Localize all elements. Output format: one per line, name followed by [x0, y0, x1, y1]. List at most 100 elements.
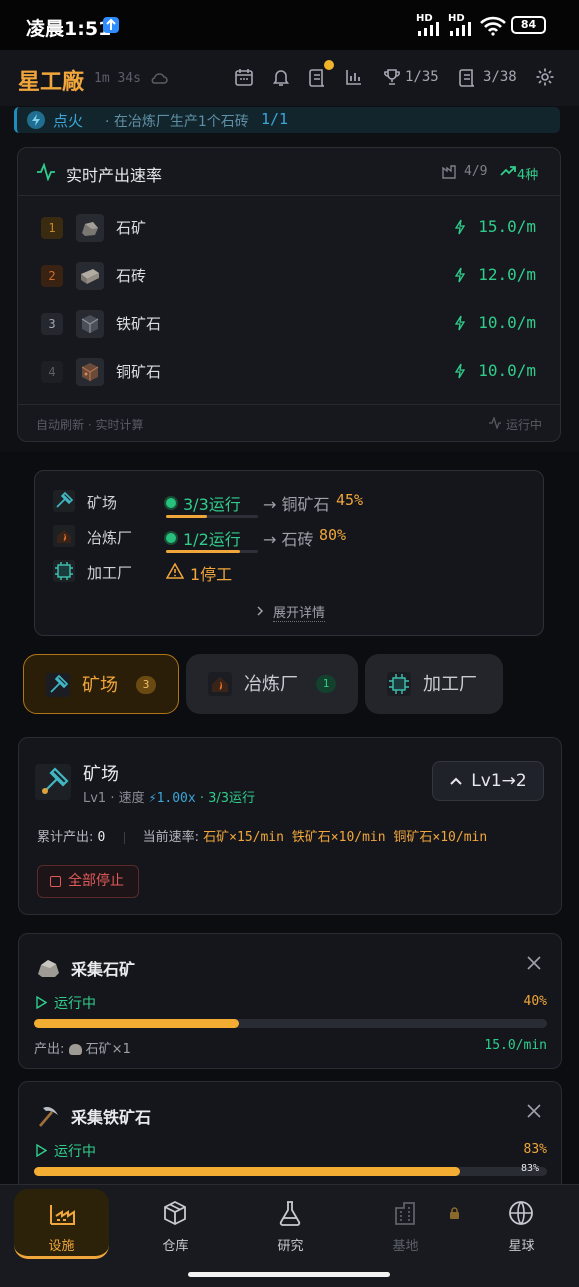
progress-bar	[166, 515, 258, 518]
resource-rate: 15.0/m	[478, 217, 536, 236]
job-percent: 83%	[523, 1142, 547, 1157]
nav-label: 研究	[277, 1239, 304, 1254]
tab-workshop[interactable]: 加工厂	[365, 654, 503, 714]
quest-title: 点火	[53, 112, 84, 130]
running-count: 3/3运行	[183, 495, 241, 514]
rank-badge: 2	[41, 265, 63, 287]
rank-badge: 1	[41, 217, 63, 239]
rate-row: 3 铁矿石 10.0/m	[18, 300, 560, 348]
play-icon	[35, 1144, 47, 1157]
upgrade-button[interactable]: Lv1→2	[432, 761, 544, 801]
activity-icon	[36, 163, 56, 181]
warning-icon	[166, 563, 184, 579]
stop-all-button[interactable]: 全部停止	[37, 865, 139, 898]
rock-icon	[35, 955, 61, 981]
resource-rate: 10.0/m	[478, 313, 536, 332]
chevron-right-icon	[255, 605, 265, 617]
furnace-icon	[208, 672, 232, 696]
current-rate-label: 当前速率:	[142, 830, 200, 845]
resource-name: 铁矿石	[116, 315, 162, 333]
tab-smelter[interactable]: 冶炼厂 1	[186, 654, 358, 714]
facility-name: 加工厂	[87, 564, 133, 582]
job-card: 采集石矿 运行中 40% 产出: 石矿×1 15.0/min	[18, 933, 562, 1069]
running-dot	[166, 533, 176, 543]
trophy-icon[interactable]	[382, 67, 402, 87]
nav-label: 基地	[392, 1239, 419, 1254]
running-status: 运行中	[505, 418, 542, 432]
nav-research[interactable]: 研究	[243, 1185, 338, 1261]
facility-title: 矿场	[83, 764, 119, 785]
box-icon	[164, 1200, 186, 1226]
nav-label: 星球	[508, 1239, 535, 1254]
upgrade-label: Lv1→2	[471, 771, 527, 791]
resource-name: 铜矿石	[116, 363, 162, 381]
bolt-icon	[454, 267, 466, 283]
expand-details-link[interactable]: 展开详情	[273, 602, 326, 622]
signal-icon-2	[448, 22, 474, 36]
drill-icon	[35, 764, 71, 800]
nav-warehouse[interactable]: 仓库	[128, 1185, 223, 1261]
globe-icon	[509, 1201, 533, 1225]
job-title: 采集石矿	[71, 960, 136, 979]
calendar-icon[interactable]	[234, 67, 254, 87]
bolt-icon	[454, 363, 466, 379]
pickaxe-icon	[35, 1103, 61, 1129]
flask-icon	[279, 1201, 301, 1226]
gear-icon[interactable]	[535, 67, 555, 87]
scroll-icon[interactable]	[307, 67, 329, 89]
furnace-icon	[53, 525, 75, 547]
rock-small-icon	[68, 1044, 82, 1055]
bell-icon[interactable]	[271, 67, 291, 87]
refresh-note: 自动刷新 · 实时计算	[36, 418, 144, 432]
drill-icon	[53, 490, 75, 512]
job-percent: 40%	[523, 994, 547, 1009]
tab-badge: 3	[136, 676, 156, 694]
output-item: 石矿×1	[85, 1042, 131, 1057]
elapsed-time: 1m 34s	[94, 71, 141, 86]
output-target: → 石砖	[263, 530, 314, 549]
nav-label: 仓库	[162, 1239, 189, 1254]
status-time: 凌晨1:51	[26, 18, 112, 40]
production-rate-panel: 实时产出速率 4/9 4种 1 石矿 15.0/m 2 石砖 12.0/m 3	[17, 147, 561, 442]
quest-progress: 1/1	[261, 110, 289, 128]
facility-card: 矿场 Lv1 · 速度 ⚡1.00x · 3/3运行 Lv1→2 累计产出: 0…	[18, 737, 562, 915]
progress-percent: 45%	[336, 491, 364, 509]
circuit-icon	[53, 560, 75, 582]
close-icon[interactable]	[527, 1104, 541, 1118]
nav-facilities[interactable]: 设施	[14, 1189, 109, 1259]
app-logo: 星工廠	[18, 70, 85, 95]
tab-label: 矿场	[82, 675, 118, 696]
nav-base-locked[interactable]: 基地	[358, 1185, 459, 1261]
stats-icon[interactable]	[344, 67, 364, 87]
tab-mine[interactable]: 矿场 3	[23, 654, 179, 714]
facility-running: · 3/3运行	[199, 791, 256, 806]
stone-ore-thumbnail	[76, 214, 104, 242]
bolt-icon	[454, 315, 466, 331]
job-status: 运行中	[54, 996, 96, 1012]
iron-ore-thumbnail	[76, 310, 104, 338]
facility-level: Lv1 · 速度	[83, 791, 145, 806]
stone-brick-thumbnail	[76, 262, 104, 290]
progress-bar	[166, 550, 258, 553]
nav-label: 设施	[48, 1239, 75, 1254]
job-title: 采集铁矿石	[71, 1108, 152, 1127]
stop-icon	[50, 876, 61, 887]
job-output: 产出: 石矿×1	[34, 1038, 131, 1057]
facility-speed: ⚡1.00x	[148, 791, 196, 806]
job-progress-bar	[34, 1019, 547, 1028]
job-rate: 15.0/min	[484, 1038, 547, 1053]
close-icon[interactable]	[527, 956, 541, 970]
running-count: 1/2运行	[183, 530, 241, 549]
quest-log-icon[interactable]	[457, 67, 479, 89]
total-output-label: 累计产出:	[37, 830, 94, 845]
nav-planet[interactable]: 星球	[474, 1185, 569, 1261]
job-progress-bar	[34, 1167, 547, 1176]
job-status: 运行中	[54, 1144, 96, 1160]
cloud-icon	[150, 71, 168, 85]
notification-dot	[324, 60, 334, 70]
summary-row-mine: 矿场 3/3运行 → 铜矿石 45%	[35, 486, 543, 520]
summary-row-workshop: 加工厂 1停工	[35, 556, 543, 590]
facility-meta: Lv1 · 速度 ⚡1.00x · 3/3运行	[83, 787, 255, 806]
quest-banner[interactable]: 点火 · 在冶炼厂生产1个石砖 1/1	[14, 107, 560, 133]
home-indicator[interactable]	[188, 1272, 390, 1277]
